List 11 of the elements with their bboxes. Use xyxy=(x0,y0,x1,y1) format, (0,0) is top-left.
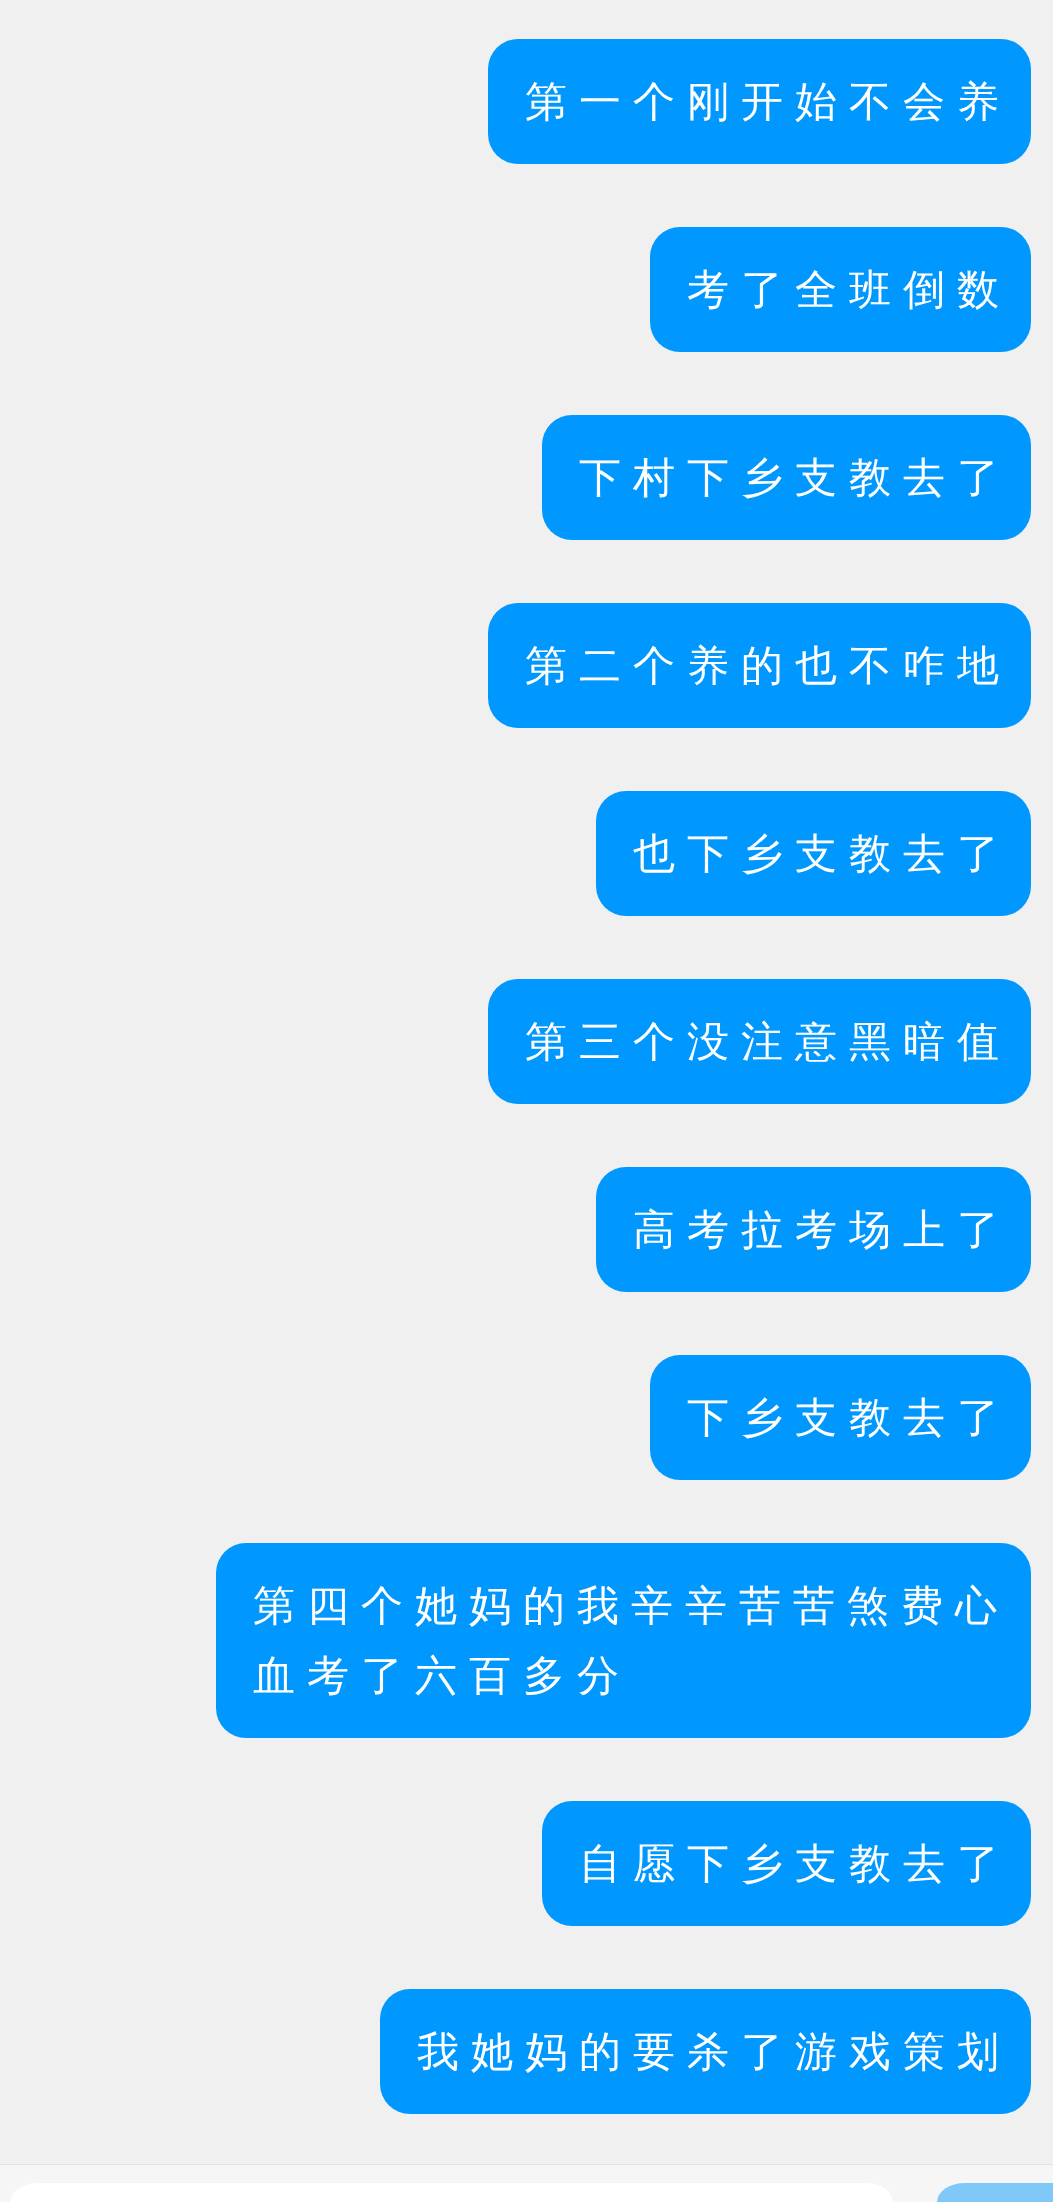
message-bubble: 高考拉考场上了 xyxy=(596,1167,1031,1292)
message-bubble: 考了全班倒数 xyxy=(650,227,1031,352)
message-bubble: 第四个她妈的我辛辛苦苦煞费心血考了六百多分 xyxy=(216,1543,1031,1738)
message-bubble: 我她妈的要杀了游戏策划 xyxy=(380,1989,1031,2114)
message-bubble: 也下乡支教去了 xyxy=(596,791,1031,916)
message-bubble: 第一个刚开始不会养 xyxy=(488,39,1031,164)
message-bubble: 下乡支教去了 xyxy=(650,1355,1031,1480)
message-bubble: 下村下乡支教去了 xyxy=(542,415,1031,540)
message-bubble: 自愿下乡支教去了 xyxy=(542,1801,1031,1926)
message-bubble: 第二个养的也不咋地 xyxy=(488,603,1031,728)
message-bubble: 第三个没注意黑暗值 xyxy=(488,979,1031,1104)
